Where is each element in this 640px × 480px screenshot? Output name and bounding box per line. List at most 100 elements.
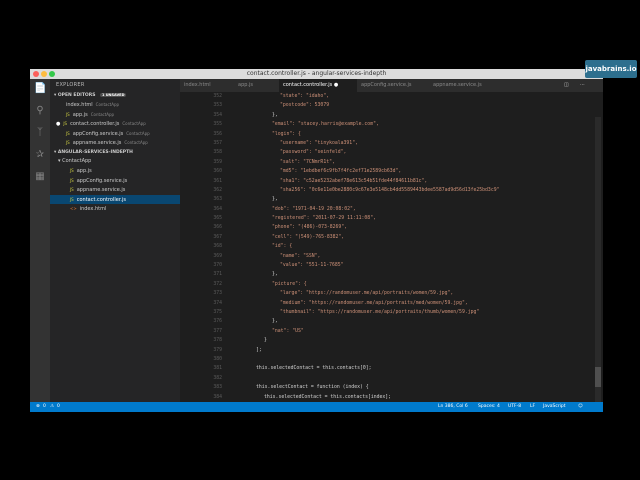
extensions-icon[interactable]: ▦ [34,171,46,183]
code-line[interactable]: } [240,336,500,345]
indentation[interactable]: Spaces: 4 [478,402,500,412]
code-line[interactable] [240,374,500,383]
more-actions-icon[interactable]: ⋯ [576,79,590,92]
open-editors-label: OPEN EDITORS [57,93,96,98]
code-line[interactable]: "cell": "(549)-765-8382", [240,233,500,242]
feedback-icon[interactable]: ☺ [578,402,583,412]
scrollbar-thumb[interactable] [595,367,601,387]
maximize-window-button[interactable] [49,71,55,77]
open-file-item[interactable]: JS appConfig.service.js ContactApp [50,129,180,139]
file-name: index.html [66,102,93,108]
warning-icon[interactable]: ⚠ [50,402,54,412]
code-line[interactable]: "id": { [240,242,500,251]
editor-tabs: index.html app.js contact.controller.js … [180,79,603,92]
tab-appconfig-service-js[interactable]: appConfig.service.js [357,79,429,92]
code-line[interactable]: "sha1": "c52ae5232abef78e613c54b51fde44f… [240,177,500,186]
tree-file-item[interactable]: JS appname.service.js [50,185,180,195]
code-line[interactable]: "sha256": "0c6e11e0be2880c9c67e3e5148cb4… [240,186,500,195]
code-line[interactable]: "password": "seinfeld", [240,148,500,157]
code-text: }, [272,272,278,278]
code-text: this.selectContact = function (index) { [256,385,369,391]
error-icon[interactable]: ⊗ [36,402,40,412]
code-line[interactable]: "postcode": 53079 [240,101,500,110]
code-line[interactable]: this.selectedContact = this.contacts[0]; [240,364,500,373]
code-line[interactable]: "salt": "7CNmrR1t", [240,158,500,167]
open-file-item[interactable]: JS app.js ContactApp [50,110,180,120]
code-text: "email": "stacey.harris@example.com", [272,122,379,128]
open-file-item[interactable]: index.html ContactApp [50,100,180,110]
file-hint: ContactApp [126,130,150,136]
code-line[interactable]: "dob": "1971-04-19 20:08:02", [240,205,500,214]
line-number: 368 [213,244,222,250]
line-number: 360 [213,169,222,175]
code-line[interactable]: "large": "https://randomuser.me/api/port… [240,289,500,298]
code-line[interactable]: "value": "551-11-7685" [240,261,500,270]
code-line[interactable]: "username": "tinykoala391", [240,139,500,148]
code-editor[interactable]: 352 353 354 355 356 357 358 359 360 361 362 363 364 3… [180,92,603,412]
error-count[interactable]: 0 [43,402,46,412]
tab-index-html[interactable]: index.html [180,79,234,92]
code-line[interactable]: }, [240,270,500,279]
file-name: appname.service.js [72,140,122,146]
code-text: this.selectedContact = this.contacts[0]; [256,366,372,372]
search-icon[interactable]: ⚲ [34,105,46,117]
code-line[interactable]: "medium": "https://randomuser.me/api/por… [240,299,500,308]
close-window-button[interactable] [33,71,39,77]
code-line[interactable]: "state": "idaho", [240,92,500,101]
code-line[interactable]: this.selectedContact = this.contacts[ind… [240,393,500,402]
code-line[interactable]: "email": "stacey.harris@example.com", [240,120,500,129]
code-line[interactable]: }, [240,195,500,204]
code-line[interactable]: "picture": { [240,280,500,289]
code-line[interactable]: ]; [240,346,500,355]
tab-contact-controller-js[interactable]: contact.controller.js ● [279,79,357,92]
code-line[interactable]: "name": "SSN", [240,252,500,261]
js-file-icon: JS [63,121,68,126]
folder-item[interactable]: ▾ ContactApp [50,157,180,167]
line-number: 361 [213,178,222,184]
source-control-icon[interactable]: ᛉ [34,127,46,139]
code-line[interactable]: "login": { [240,130,500,139]
code-text: "sha256": "0c6e11e0be2880c9c67e3e5148cb4… [280,187,500,193]
code-line[interactable]: "thumbnail": "https://randomuser.me/api/… [240,308,500,317]
warning-count[interactable]: 0 [57,402,60,412]
open-file-item-active[interactable]: ● JS contact.controller.js ContactApp [50,119,180,129]
tree-file-item-selected[interactable]: JS contact.controller.js [50,194,180,204]
line-ending[interactable]: LF [530,402,535,412]
line-number: 372 [213,281,222,287]
code-line[interactable]: "registered": "2011-07-29 11:11:08", [240,214,500,223]
split-editor-icon[interactable]: ◫ [560,79,574,92]
line-number: 354 [213,112,222,118]
code-line[interactable]: }, [240,111,500,120]
code-area[interactable]: "state": "idaho", "postcode": 53079}, "ema… [240,92,500,412]
vertical-scrollbar[interactable] [595,117,601,412]
code-line[interactable]: }, [240,317,500,326]
line-number: 383 [213,385,222,391]
tab-appname-service-js[interactable]: appname.service.js [429,79,509,92]
code-text: "phone": "(486)-073-8269", [272,225,348,231]
cursor-position[interactable]: Ln 386, Col 6 [438,402,468,412]
project-section[interactable]: ▾ ANGULAR-SERVICES-INDEPTH [50,148,180,157]
line-number: 370 [213,263,222,269]
language-mode[interactable]: JavaScript [543,402,566,412]
file-name: app.js [72,111,88,118]
encoding[interactable]: UTF-8 [508,402,521,412]
open-file-item[interactable]: JS appname.service.js ContactApp [50,138,180,148]
code-line[interactable]: "md5": "1ebdbef6c9fb7f4fc2ef71e2589cb63d… [240,167,500,176]
open-editors-section[interactable]: ▾ OPEN EDITORS 1 UNSAVED [50,91,180,100]
tree-file-item[interactable]: <> index.html [50,204,180,214]
debug-icon[interactable]: ✰ [34,149,46,161]
code-text: "cell": "(549)-765-8382", [272,234,345,240]
minimize-window-button[interactable] [41,71,47,77]
code-line[interactable]: "nat": "US" [240,327,500,336]
tree-file-item[interactable]: JS appConfig.service.js [50,176,180,186]
file-name: index.html [79,206,107,212]
code-line[interactable]: this.selectContact = function (index) { [240,383,500,392]
code-text: "state": "idaho", [280,94,330,99]
code-line[interactable] [240,355,500,364]
tree-file-item[interactable]: JS app.js [50,166,180,176]
explorer-icon[interactable]: 📄 [34,83,46,95]
code-line[interactable]: "phone": "(486)-073-8269", [240,223,500,232]
line-number: 377 [213,328,222,334]
tab-app-js[interactable]: app.js [234,79,279,92]
file-name: contact.controller.js [76,196,126,203]
